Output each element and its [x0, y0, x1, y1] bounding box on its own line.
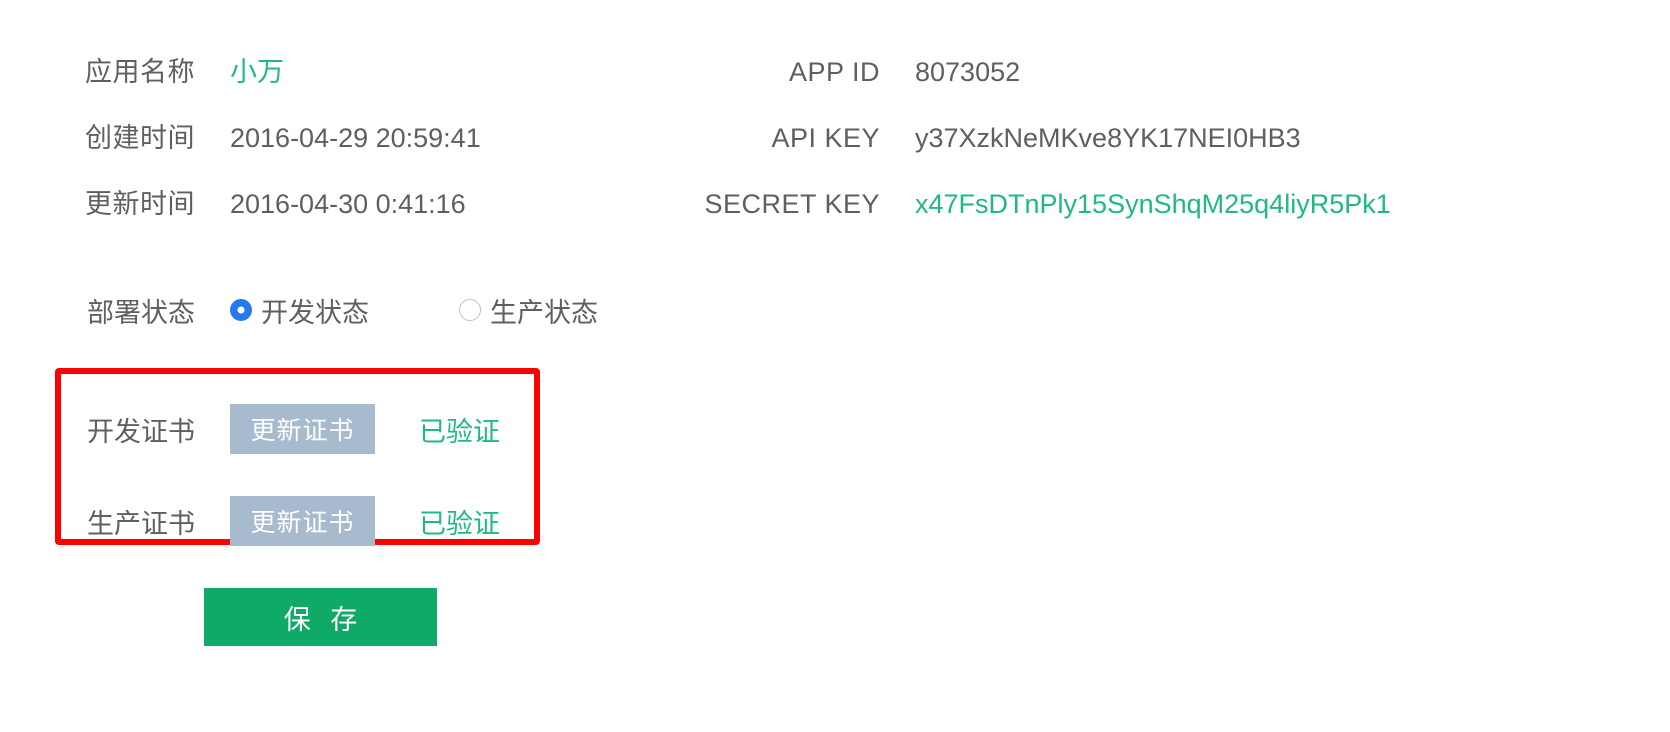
save-button[interactable]: 保 存	[204, 588, 437, 646]
updated-time-value: 2016-04-30 0:41:16	[230, 189, 466, 219]
secret-key-value: x47FsDTnPly15SynShqM25q4liyR5Pk1	[915, 189, 1391, 219]
api-key-label: API KEY	[771, 123, 880, 153]
created-time-field: 创建时间 2016-04-29 20:59:41	[0, 116, 700, 155]
development-certificate-status: 已验证	[419, 416, 500, 447]
development-certificate-label: 开发证书	[87, 416, 195, 447]
radio-unselected-icon[interactable]	[459, 299, 481, 321]
updated-time-field: 更新时间 2016-04-30 0:41:16	[0, 182, 700, 221]
production-certificate-status: 已验证	[419, 508, 500, 539]
radio-option-development-label: 开发状态	[261, 297, 369, 328]
app-name-label: 应用名称	[85, 57, 195, 87]
app-name-field: 应用名称 小万	[0, 50, 700, 89]
info-row-created-apikey: 创建时间 2016-04-29 20:59:41 API KEY y37XzkN…	[0, 116, 1500, 182]
app-info-grid: 应用名称 小万 APP ID 8073052 创建时间 2016-04-29 2…	[0, 50, 1500, 248]
secret-key-field: SECRET KEY x47FsDTnPly15SynShqM25q4liyR5…	[700, 189, 1500, 220]
created-time-value: 2016-04-29 20:59:41	[230, 123, 481, 153]
info-row-name-appid: 应用名称 小万 APP ID 8073052	[0, 50, 1500, 116]
certificate-row-development: 开发证书 更新证书 已验证	[0, 383, 600, 475]
updated-time-label: 更新时间	[85, 189, 195, 219]
secret-key-label: SECRET KEY	[704, 189, 880, 219]
deploy-status-label: 部署状态	[87, 297, 195, 328]
app-detail-page: 应用名称 小万 APP ID 8073052 创建时间 2016-04-29 2…	[0, 0, 1670, 732]
api-key-value: y37XzkNeMKve8YK17NEI0HB3	[915, 123, 1301, 153]
radio-option-development[interactable]: 开发状态	[230, 291, 369, 330]
api-key-field: API KEY y37XzkNeMKve8YK17NEI0HB3	[700, 123, 1500, 154]
certificate-rows: 开发证书 更新证书 已验证 生产证书 更新证书 已验证	[0, 383, 600, 567]
app-id-value: 8073052	[915, 57, 1021, 87]
production-certificate-label: 生产证书	[87, 508, 195, 539]
certificate-row-production: 生产证书 更新证书 已验证	[0, 475, 600, 567]
update-development-certificate-button[interactable]: 更新证书	[230, 404, 375, 454]
deploy-status-row: 部署状态 开发状态 生产状态	[0, 287, 598, 333]
info-row-updated-secretkey: 更新时间 2016-04-30 0:41:16 SECRET KEY x47Fs…	[0, 182, 1500, 248]
app-name-value: 小万	[230, 57, 284, 87]
app-id-label: APP ID	[788, 57, 880, 87]
created-time-label: 创建时间	[85, 123, 195, 153]
radio-option-production-label: 生产状态	[490, 297, 598, 328]
radio-option-production[interactable]: 生产状态	[459, 291, 598, 330]
radio-selected-icon[interactable]	[230, 299, 252, 321]
update-production-certificate-button[interactable]: 更新证书	[230, 496, 375, 546]
app-id-field: APP ID 8073052	[700, 57, 1500, 88]
